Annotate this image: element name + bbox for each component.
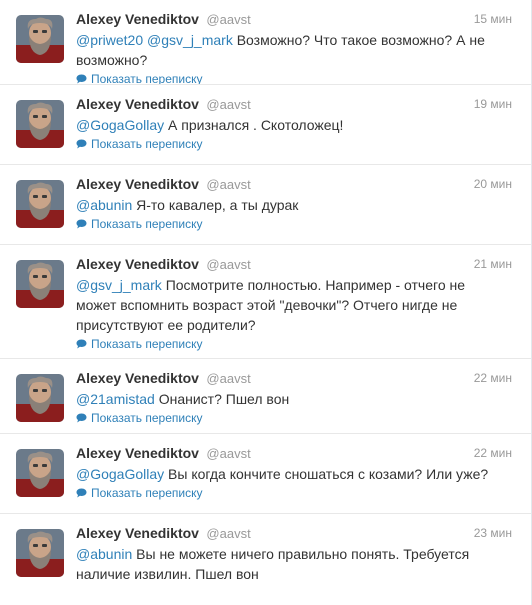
avatar[interactable] <box>16 15 64 63</box>
show-conversation-label[interactable]: Показать переписку <box>91 136 202 152</box>
author-name[interactable]: Alexey Venediktov <box>76 370 199 386</box>
show-conversation-link[interactable]: Показать переписку <box>76 136 202 152</box>
tweet-time[interactable]: 15 мин <box>474 10 512 28</box>
tweet-text: @gsv_j_mark Посмотрите полностью. Наприм… <box>76 275 499 335</box>
author-name[interactable]: Alexey Venediktov <box>76 525 199 541</box>
mention-link[interactable]: @abunin <box>76 546 132 562</box>
tweet-text: @abunin Вы не можете ничего правильно по… <box>76 544 499 584</box>
avatar-photo-icon <box>16 15 64 63</box>
tweet[interactable]: Alexey Venediktov @aavst 23 мин @abunin … <box>0 513 531 605</box>
tweet-time[interactable]: 22 мин <box>474 444 512 462</box>
tweet-header: Alexey Venediktov @aavst 22 мин <box>76 369 519 387</box>
avatar[interactable] <box>16 374 64 422</box>
tweet-header: Alexey Venediktov @aavst 23 мин <box>76 524 519 542</box>
mention-link[interactable]: @GogaGollay <box>76 117 164 133</box>
avatar[interactable] <box>16 529 64 577</box>
tweet-body: Вы когда кончите сношаться с козами? Или… <box>168 466 489 482</box>
author-handle[interactable]: @aavst <box>206 371 250 386</box>
author-name[interactable]: Alexey Venediktov <box>76 96 199 112</box>
author-handle[interactable]: @aavst <box>206 177 250 192</box>
show-conversation-label[interactable]: Показать переписку <box>91 216 202 232</box>
tweet[interactable]: Alexey Venediktov @aavst 15 мин @priwet2… <box>0 0 531 86</box>
tweet-header: Alexey Venediktov @aavst 19 мин <box>76 95 519 113</box>
tweet-text: @GogaGollay А признался . Скотоложец! <box>76 115 499 135</box>
tweet-header: Alexey Venediktov @aavst 20 мин <box>76 175 519 193</box>
tweet[interactable]: Alexey Venediktov @aavst 19 мин @GogaGol… <box>0 84 531 164</box>
tweet-body: Онанист? Пшел вон <box>158 391 290 407</box>
tweet-header: Alexey Venediktov @aavst 21 мин <box>76 255 519 273</box>
mention-link[interactable]: @abunin <box>76 197 132 213</box>
tweet-text: @priwet20 @gsv_j_mark Возможно? Что тако… <box>76 30 499 70</box>
tweet[interactable]: Alexey Venediktov @aavst 22 мин @21amist… <box>0 358 531 433</box>
show-conversation-link[interactable]: Показать переписку <box>76 336 202 352</box>
author-name[interactable]: Alexey Venediktov <box>76 176 199 192</box>
show-conversation-label[interactable]: Показать переписку <box>91 336 202 352</box>
tweet-text: @GogaGollay Вы когда кончите сношаться с… <box>76 464 499 484</box>
avatar[interactable] <box>16 260 64 308</box>
tweet-text: @21amistad Онанист? Пшел вон <box>76 389 499 409</box>
avatar-photo-icon <box>16 180 64 228</box>
avatar[interactable] <box>16 180 64 228</box>
author-name[interactable]: Alexey Venediktov <box>76 445 199 461</box>
tweet[interactable]: Alexey Venediktov @aavst 20 мин @abunin … <box>0 164 531 244</box>
avatar-photo-icon <box>16 100 64 148</box>
tweet-header: Alexey Venediktov @aavst 22 мин <box>76 444 519 462</box>
show-conversation-label[interactable]: Показать переписку <box>91 410 202 426</box>
mention-link[interactable]: @gsv_j_mark <box>76 277 162 293</box>
author-name[interactable]: Alexey Venediktov <box>76 256 199 272</box>
tweet-body: А признался . Скотоложец! <box>168 117 344 133</box>
tweet-timeline: Alexey Venediktov @aavst 15 мин @priwet2… <box>0 0 532 605</box>
tweet-text: @abunin Я-то кавалер, а ты дурак <box>76 195 499 215</box>
tweet-header: Alexey Venediktov @aavst 15 мин <box>76 10 519 28</box>
avatar-photo-icon <box>16 529 64 577</box>
author-handle[interactable]: @aavst <box>206 446 250 461</box>
speech-bubble-icon <box>76 139 87 149</box>
tweet-time[interactable]: 20 мин <box>474 175 512 193</box>
tweet[interactable]: Alexey Venediktov @aavst 22 мин @GogaGol… <box>0 433 531 513</box>
tweet[interactable]: Alexey Venediktov @aavst 21 мин @gsv_j_m… <box>0 244 531 358</box>
avatar-photo-icon <box>16 260 64 308</box>
show-conversation-link[interactable]: Показать переписку <box>76 410 202 426</box>
speech-bubble-icon <box>76 74 87 84</box>
tweet-time[interactable]: 19 мин <box>474 95 512 113</box>
show-conversation-label[interactable]: Показать переписку <box>91 485 202 501</box>
avatar-photo-icon <box>16 449 64 497</box>
tweet-time[interactable]: 23 мин <box>474 524 512 542</box>
tweet-body: Вы не можете ничего правильно понять. Тр… <box>76 546 470 582</box>
tweet-body: Я-то кавалер, а ты дурак <box>136 197 299 213</box>
mention-link[interactable]: @GogaGollay <box>76 466 164 482</box>
show-conversation-link[interactable]: Показать переписку <box>76 216 202 232</box>
author-handle[interactable]: @aavst <box>206 97 250 112</box>
mention-link[interactable]: @21amistad <box>76 391 155 407</box>
tweet-time[interactable]: 21 мин <box>474 255 512 273</box>
author-handle[interactable]: @aavst <box>206 257 250 272</box>
speech-bubble-icon <box>76 339 87 349</box>
speech-bubble-icon <box>76 219 87 229</box>
speech-bubble-icon <box>76 488 87 498</box>
author-handle[interactable]: @aavst <box>206 526 250 541</box>
avatar[interactable] <box>16 449 64 497</box>
speech-bubble-icon <box>76 413 87 423</box>
avatar[interactable] <box>16 100 64 148</box>
author-name[interactable]: Alexey Venediktov <box>76 11 199 27</box>
mention-link[interactable]: @priwet20 <box>76 32 143 48</box>
author-handle[interactable]: @aavst <box>206 12 250 27</box>
show-conversation-link[interactable]: Показать переписку <box>76 485 202 501</box>
avatar-photo-icon <box>16 374 64 422</box>
mention-link[interactable]: @gsv_j_mark <box>147 32 233 48</box>
tweet-time[interactable]: 22 мин <box>474 369 512 387</box>
